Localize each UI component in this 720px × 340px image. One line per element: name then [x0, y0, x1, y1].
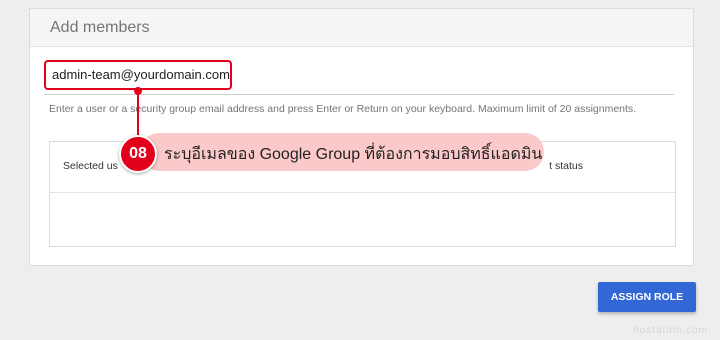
panel-title: Add members [30, 9, 693, 47]
member-email-input[interactable]: admin-team@yourdomain.com [44, 60, 232, 90]
instruction-callout-text: ระบุอีเมลของ Google Group ที่ต้องการมอบส… [164, 146, 543, 163]
callout-connector-line [137, 89, 139, 139]
assign-role-button[interactable]: ASSIGN ROLE [598, 282, 696, 312]
column-header-selected-users: Selected us [63, 160, 118, 172]
site-watermark: hostatom.com [633, 325, 708, 336]
step-number-badge: 08 [119, 135, 157, 173]
instruction-callout: ระบุอีเมลของ Google Group ที่ต้องการมอบส… [140, 133, 544, 171]
column-header-assignment-status: t status [549, 160, 583, 172]
callout-connector-dot [134, 87, 142, 95]
